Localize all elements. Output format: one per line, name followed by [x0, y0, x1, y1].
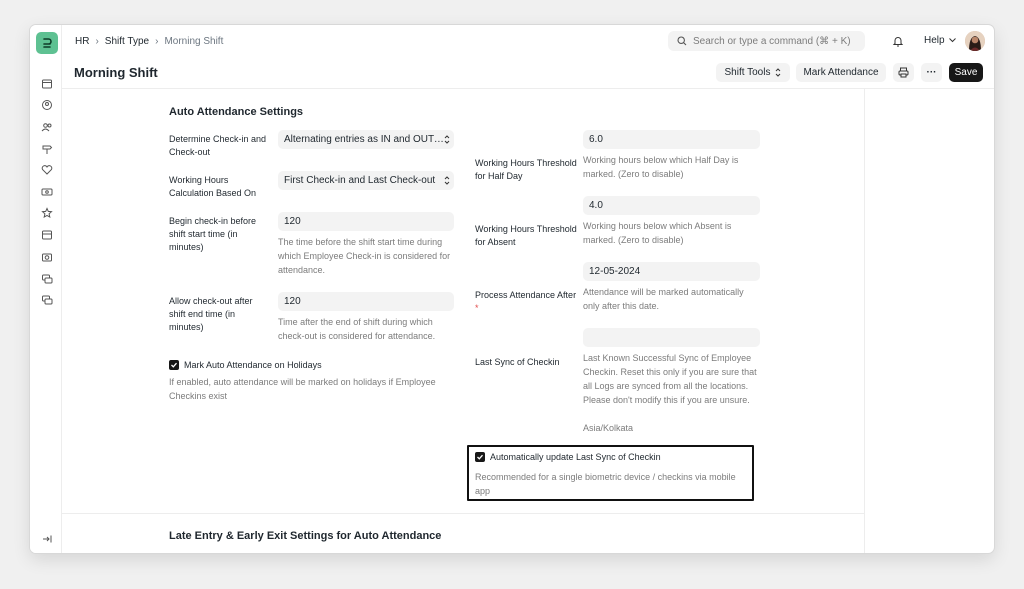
search-input[interactable]: Search or type a command (⌘ + K)	[668, 31, 865, 51]
help-menu[interactable]: Help	[924, 35, 956, 46]
select-arrows-icon	[776, 68, 781, 77]
field-description: The time before the shift start time dur…	[278, 237, 451, 275]
allow-checkout-input[interactable]: 120	[278, 292, 454, 311]
begin-checkin-input[interactable]: 120	[278, 212, 454, 231]
field-description: Time after the end of shift during which…	[278, 317, 436, 341]
auto-update-checkbox[interactable]	[475, 452, 485, 462]
heart-pulse-icon[interactable]	[40, 163, 53, 176]
holiday-description: If enabled, auto attendance will be mark…	[169, 377, 436, 401]
stack-icon[interactable]	[40, 293, 53, 306]
required-marker: *	[475, 303, 479, 313]
chevron-down-icon	[948, 38, 956, 43]
half-day-threshold-input[interactable]: 6.0	[583, 130, 760, 149]
collapse-sidebar-icon[interactable]	[40, 532, 53, 545]
users-icon[interactable]	[40, 120, 53, 133]
stack-icon[interactable]	[40, 272, 53, 285]
select-arrows-icon	[444, 135, 450, 144]
field-description: Attendance will be marked automatically …	[583, 287, 744, 311]
box-icon[interactable]	[40, 77, 53, 90]
topbar: HR › Shift Type › Morning Shift Search o…	[62, 25, 994, 57]
page-title: Morning Shift	[74, 65, 158, 80]
star-icon[interactable]	[40, 206, 53, 219]
breadcrumb-current: Morning Shift	[164, 35, 224, 47]
signpost-icon[interactable]	[40, 142, 53, 155]
search-placeholder: Search or type a command (⌘ + K)	[693, 35, 851, 47]
field-description: Working hours below which Half Day is ma…	[583, 155, 739, 179]
checkmark-icon	[171, 362, 177, 368]
archive-icon[interactable]	[40, 228, 53, 241]
timezone-label: Asia/Kolkata	[583, 423, 634, 433]
section-divider	[62, 513, 865, 514]
field-label: Working Hours Calculation Based On	[169, 175, 257, 198]
section-title: Auto Attendance Settings	[169, 106, 304, 118]
user-avatar-image	[965, 31, 985, 51]
field-label: Process Attendance After *	[475, 289, 579, 315]
field-description: Last Known Successful Sync of Employee C…	[583, 353, 757, 405]
auto-update-description: Recommended for a single biometric devic…	[475, 472, 736, 496]
absent-threshold-input[interactable]: 4.0	[583, 196, 760, 215]
breadcrumb: HR › Shift Type › Morning Shift	[75, 36, 223, 47]
page-header: Morning Shift Shift Tools Mark Attendanc…	[62, 57, 994, 89]
holiday-checkbox[interactable]	[169, 360, 179, 370]
field-label: Working Hours Threshold for Half Day	[475, 158, 577, 181]
shift-tools-button[interactable]: Shift Tools	[716, 63, 790, 82]
sidebar	[30, 25, 62, 553]
working-hours-calculation-select[interactable]: First Check-in and Last Check-out	[278, 171, 454, 190]
camera-icon[interactable]	[40, 250, 53, 263]
field-label: Allow check-out after shift end time (in…	[169, 296, 253, 332]
auto-update-checkbox-label: Automatically update Last Sync of Checki…	[490, 452, 661, 462]
printer-icon	[898, 67, 909, 78]
more-options-button[interactable]: ···	[921, 63, 942, 82]
field-label: Determine Check-in and Check-out	[169, 134, 267, 157]
save-button[interactable]: Save	[949, 63, 983, 82]
app-window: HR › Shift Type › Morning Shift Search o…	[30, 25, 994, 553]
determine-checkin-select[interactable]: Alternating entries as IN and OUT during…	[278, 130, 454, 149]
field-label: Begin check-in before shift start time (…	[169, 216, 257, 252]
help-label: Help	[924, 35, 945, 46]
user-circle-icon[interactable]	[40, 98, 53, 111]
print-button[interactable]	[893, 63, 914, 82]
mark-attendance-button[interactable]: Mark Attendance	[796, 63, 886, 82]
select-value: Alternating entries as IN and OUT during…	[284, 134, 444, 145]
search-icon	[677, 36, 687, 46]
form-content: Auto Attendance Settings Determine Check…	[62, 89, 865, 553]
logo-icon	[43, 38, 52, 48]
select-value: First Check-in and Last Check-out	[284, 175, 436, 186]
chevron-right-icon: ›	[155, 35, 159, 47]
process-attendance-date-input[interactable]: 12-05-2024	[583, 262, 760, 281]
breadcrumb-shift-type[interactable]: Shift Type	[105, 36, 149, 47]
field-description: Working hours below which Absent is mark…	[583, 221, 732, 245]
breadcrumb-hr[interactable]: HR	[75, 36, 89, 47]
holiday-checkbox-label: Mark Auto Attendance on Holidays	[184, 360, 322, 370]
field-label: Last Sync of Checkin	[475, 357, 560, 367]
next-section-title: Late Entry & Early Exit Settings for Aut…	[169, 530, 442, 542]
field-label: Working Hours Threshold for Absent	[475, 224, 577, 247]
process-attendance-label: Process Attendance After	[475, 290, 577, 300]
checkmark-icon	[477, 454, 483, 460]
app-logo[interactable]	[36, 32, 58, 54]
bell-icon[interactable]	[892, 34, 904, 52]
shift-tools-label: Shift Tools	[724, 67, 771, 78]
last-sync-input[interactable]	[583, 328, 760, 347]
select-arrows-icon	[444, 176, 450, 185]
avatar[interactable]	[965, 31, 985, 51]
money-icon[interactable]	[40, 185, 53, 198]
chevron-right-icon: ›	[95, 35, 99, 47]
